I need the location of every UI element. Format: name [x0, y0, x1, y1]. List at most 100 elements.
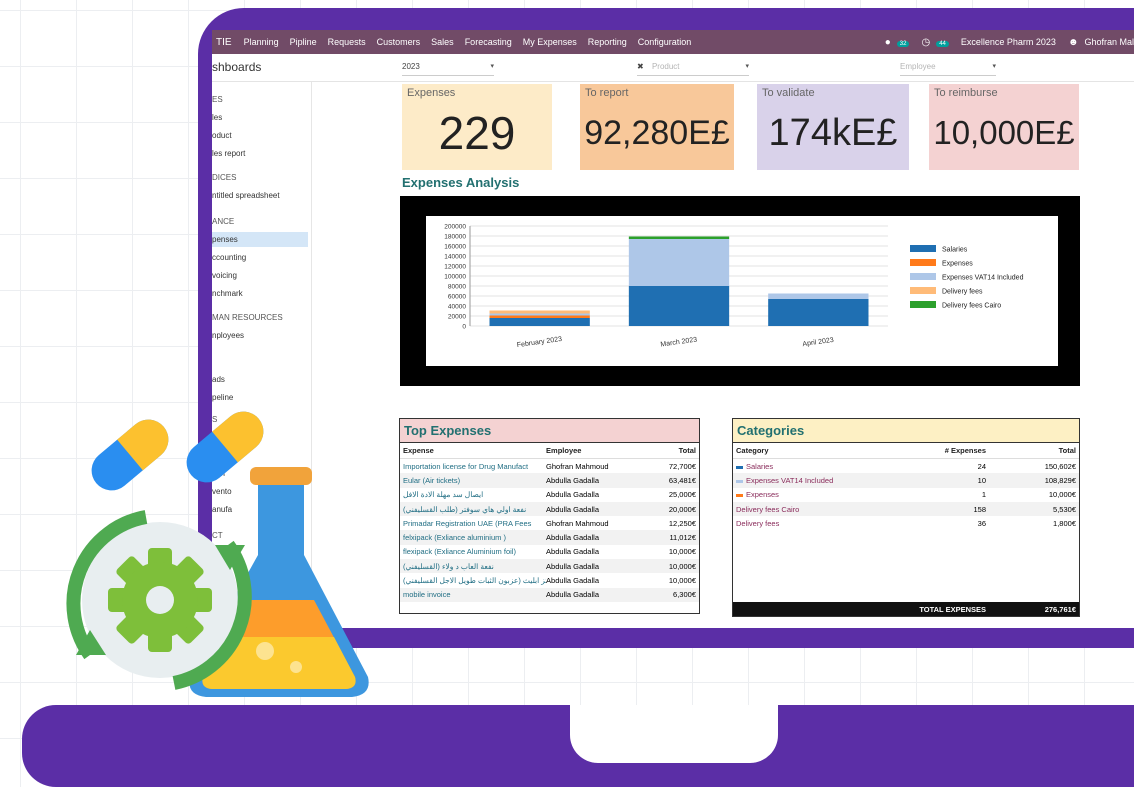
sidebar-item[interactable] [212, 346, 308, 361]
categories-title: Categories [733, 419, 1079, 443]
category-total: 10,000€ [1048, 490, 1076, 500]
legend-label: Expenses [942, 261, 973, 268]
chat-icon: ● [884, 36, 891, 48]
expense-total: 6,300€ [673, 590, 696, 600]
table-row[interactable]: (نفعة اولي هاي سوفتر (طلب القسليفني Abdul… [400, 501, 699, 517]
nav-forecasting[interactable]: Forecasting [465, 37, 512, 47]
expense-total: 11,012€ [669, 533, 696, 543]
kpi-value: 92,280E£ [584, 114, 730, 152]
category-count: 158 [973, 504, 986, 514]
category-count: 1 [981, 490, 986, 500]
pharma-illustration [66, 411, 369, 697]
total-value: 276,761€ [1044, 604, 1076, 614]
nav-requests[interactable]: Requests [328, 37, 366, 47]
expense-name[interactable]: flexipack (Exliance Aluminium foil) [403, 547, 546, 556]
expense-total: 63,481€ [668, 475, 696, 485]
sidebar-item[interactable]: nployees [212, 328, 308, 343]
kpi-expenses[interactable]: Expenses 229 [402, 84, 552, 170]
legend-swatch [910, 273, 936, 280]
bar-segment [489, 318, 590, 326]
table-row[interactable]: felxipack (Exliance aluminium ) Abdulla G… [400, 530, 699, 545]
expense-name[interactable]: mobile invoice [403, 590, 546, 599]
table-row[interactable]: Eular (Air tickets) Abdulla Gadalla 63,481… [400, 473, 699, 488]
legend-swatch [910, 245, 936, 252]
sidebar-item[interactable]: nchmark [212, 286, 308, 301]
top-expenses-rows: Importation license for Drug Manufact Gho… [400, 459, 699, 602]
sidebar-item[interactable]: les [212, 110, 308, 125]
table-row[interactable]: Primadar Registration UAE (PRA Fees Ghofr… [400, 516, 699, 530]
sidebar-item[interactable]: ccounting [212, 250, 308, 265]
expense-name[interactable]: Primadar Registration UAE (PRA Fees [403, 519, 546, 528]
nav-pipline[interactable]: Pipline [290, 37, 317, 47]
sidebar-item[interactable]: penses [212, 232, 308, 247]
expense-name[interactable]: Importation license for Drug Manufact [403, 462, 546, 471]
employee-name: Abdulla Gadalla [546, 590, 599, 600]
table-row[interactable]: flexipack (Exliance Aluminium foil) Abdul… [400, 545, 699, 559]
category-total: 108,829€ [1044, 475, 1076, 485]
nav-reporting[interactable]: Reporting [588, 37, 627, 47]
product-filter[interactable]: ✖ Product ▾ [637, 62, 749, 76]
kpi-to-validate[interactable]: To validate 174kE£ [757, 84, 909, 170]
table-row[interactable]: Expenses 1 10,000€ [733, 488, 1079, 502]
nav-planning[interactable]: Planning [244, 37, 279, 47]
expense-name[interactable]: Eular (Air tickets) [403, 476, 546, 485]
category-name[interactable]: Delivery fees Cairo [736, 505, 886, 514]
sidebar-item[interactable]: ntitled spreadsheet [212, 188, 308, 203]
category-name[interactable]: Salaries [736, 462, 886, 471]
category-total: 150,602€ [1044, 461, 1076, 471]
kpi-to-report[interactable]: To report 92,280E£ [580, 84, 734, 170]
expense-name[interactable]: (نفعة اولي هاي سوفتر (طلب القسليفني [403, 505, 546, 514]
table-row[interactable]: Salaries 24 150,602€ [733, 459, 1079, 473]
expense-total: 12,250€ [668, 518, 696, 528]
employee-name: Abdulla Gadalla [546, 504, 599, 514]
table-row[interactable]: Importation license for Drug Manufact Gho… [400, 459, 699, 473]
col-total: Total [678, 446, 696, 455]
user-menu[interactable]: ☻ Ghofran Mal [1062, 37, 1134, 48]
table-row[interactable]: Delivery fees Cairo 158 5,530€ [733, 501, 1079, 517]
user-name: Ghofran Mal [1084, 36, 1134, 47]
kpi-value: 174kE£ [768, 112, 898, 154]
category-name[interactable]: Delivery fees [736, 519, 886, 528]
table-row[interactable]: (مركز ابليث (عزبون الثبات طويل الاجل الق… [400, 573, 699, 587]
nav-customers[interactable]: Customers [377, 37, 421, 47]
expenses-analysis-title: Expenses Analysis [402, 175, 520, 190]
app-brand[interactable]: TIE [216, 37, 232, 48]
nav-configuration[interactable]: Configuration [638, 37, 692, 47]
category-name[interactable]: Expenses VAT14 Included [736, 476, 886, 485]
nav-sales[interactable]: Sales [431, 37, 454, 47]
top-navbar: TIE Planning Pipline Requests Customers … [212, 30, 1134, 54]
x-tick-label: March 2023 [660, 336, 698, 348]
table-row[interactable]: Delivery fees 36 1,800€ [733, 516, 1079, 530]
expense-name[interactable]: (نفعة العاب د ولاء (القسليفني [403, 562, 546, 571]
sidebar-item[interactable]: les report [212, 146, 308, 161]
expenses-chart-panel: 0 20000 40000 60000 80000 100000 120000 140000 1… [426, 216, 1058, 366]
col-total: Total [1058, 446, 1076, 455]
category-name[interactable]: Expenses [736, 490, 886, 499]
expense-name[interactable]: ايصال سد مهلة الادة الافل [403, 490, 546, 499]
chevron-down-icon: ▾ [745, 63, 749, 70]
sidebar-item[interactable]: ads [212, 372, 308, 387]
employee-filter[interactable]: Employee ▾ [900, 62, 996, 76]
year-value: 2023 [402, 62, 420, 71]
kpi-to-reimburse[interactable]: To reimburse 10,000E£ [929, 84, 1079, 170]
table-row[interactable]: ايصال سد مهلة الادة الافل Abdulla Gadalla… [400, 488, 699, 502]
sidebar-section-label: ES [212, 95, 223, 104]
sidebar-item[interactable]: voicing [212, 268, 308, 283]
table-row[interactable]: mobile invoice Abdulla Gadalla 6,300€ [400, 587, 699, 602]
table-row[interactable]: Expenses VAT14 Included 10 108,829€ [733, 473, 1079, 488]
expense-name[interactable]: felxipack (Exliance aluminium ) [403, 533, 546, 542]
expense-name[interactable]: (مركز ابليث (عزبون الثبات طويل الاجل الق… [403, 576, 546, 585]
company-switcher[interactable]: Excellence Pharm 2023 [961, 37, 1056, 47]
y-tick-label: 200000 [444, 224, 466, 231]
legend-label: Delivery fees [942, 289, 983, 296]
clear-icon[interactable]: ✖ [637, 62, 644, 71]
bar-segment [489, 310, 590, 314]
activities-button[interactable]: ◷ 44 [915, 37, 949, 48]
sidebar-item[interactable]: oduct [212, 128, 308, 143]
messages-button[interactable]: ● 32 [879, 37, 910, 48]
nav-my-expenses[interactable]: My Expenses [523, 37, 577, 47]
table-row[interactable]: (نفعة العاب د ولاء (القسليفني Abdulla Gad… [400, 559, 699, 574]
year-filter[interactable]: 2023 ▾ [402, 62, 494, 76]
kpi-label: Expenses [407, 87, 456, 99]
sidebar-item[interactable]: peline [212, 390, 308, 405]
